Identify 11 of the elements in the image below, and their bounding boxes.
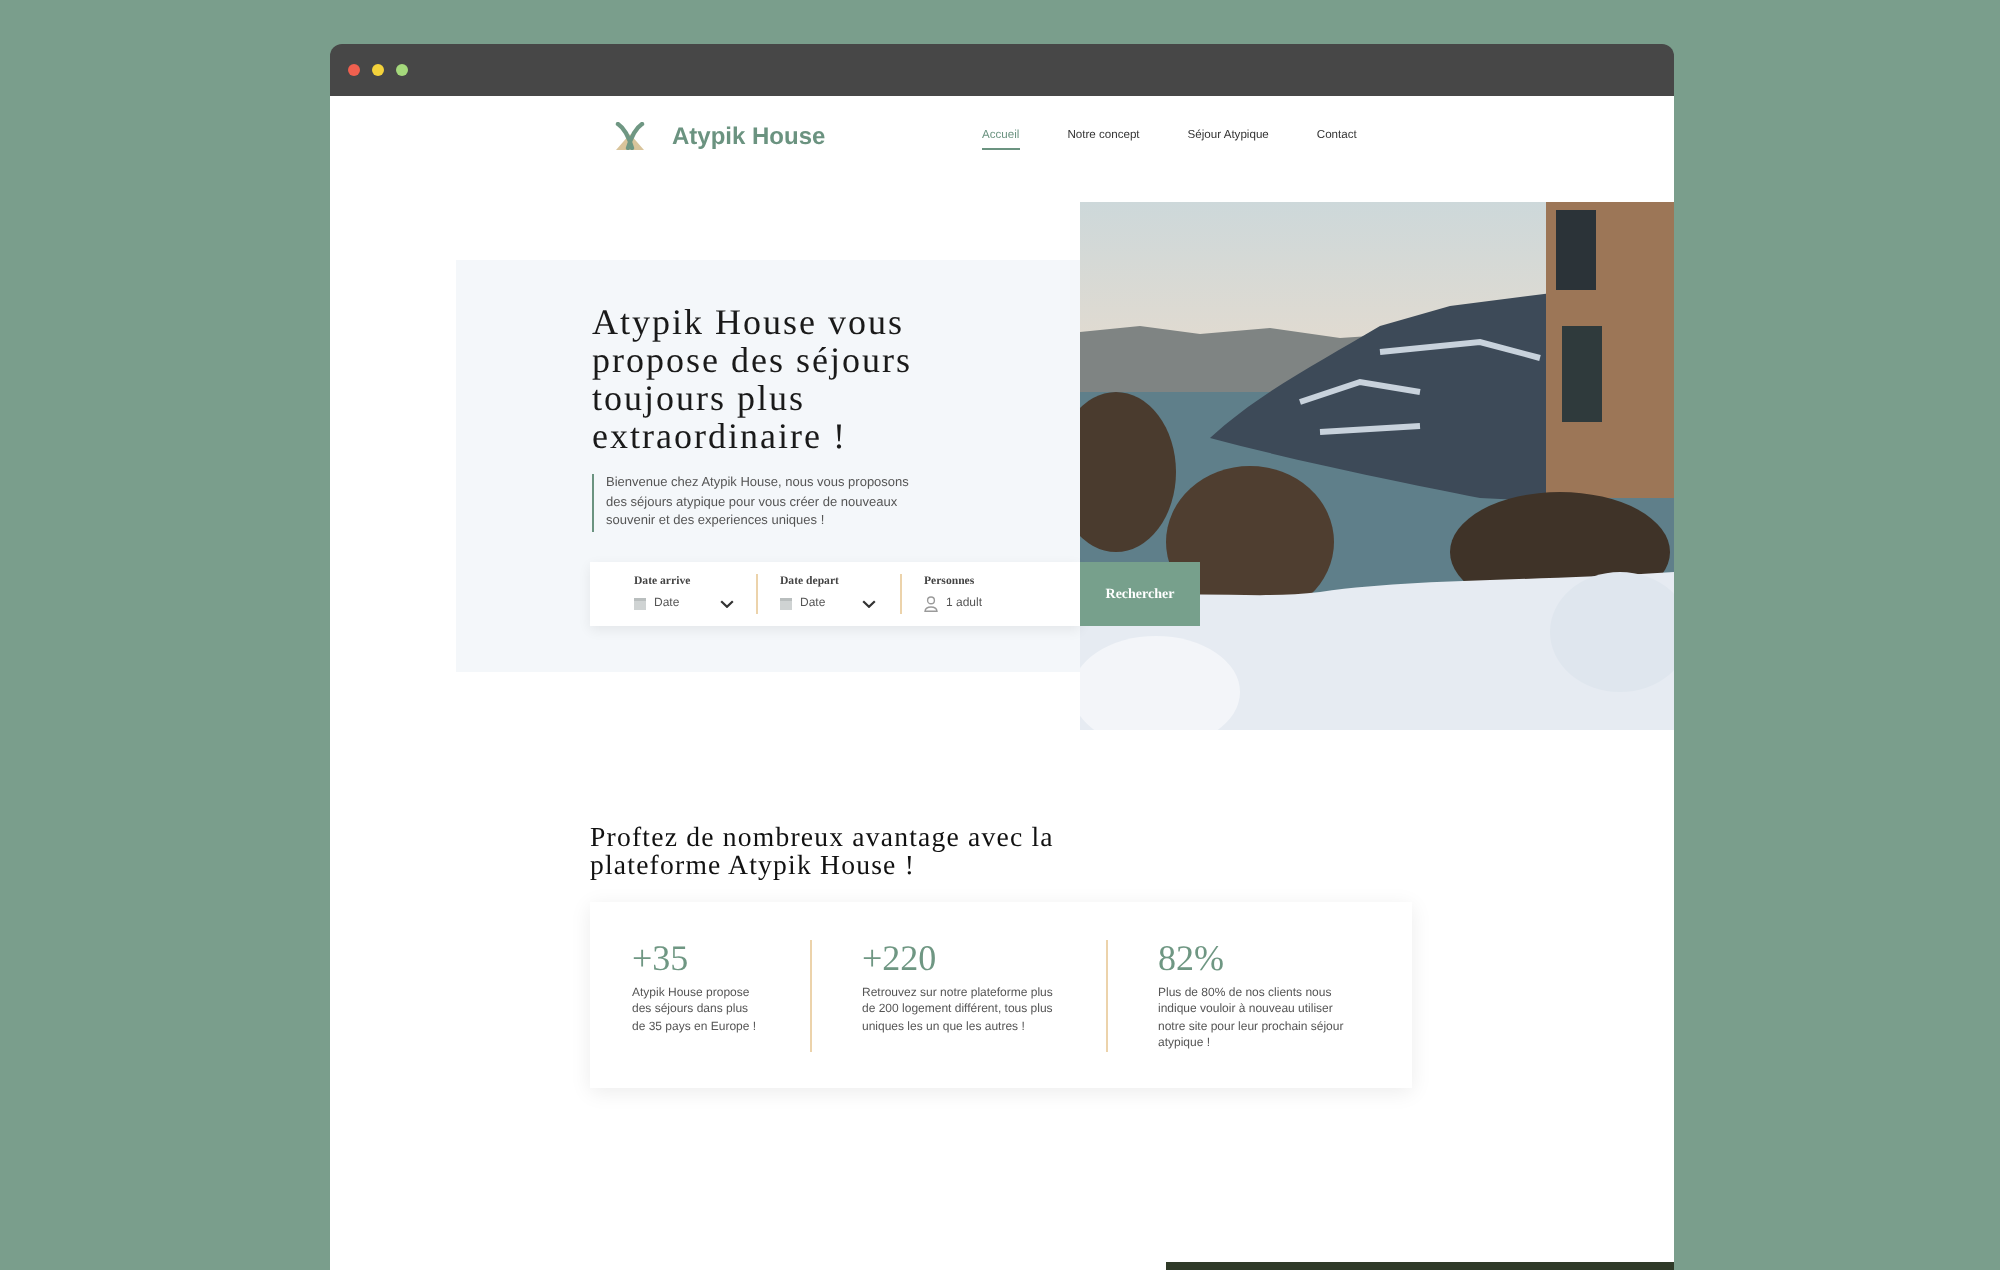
stat-value: +220 xyxy=(862,940,937,976)
chevron-down-icon xyxy=(862,600,876,608)
user-icon xyxy=(924,596,938,612)
logo-icon[interactable] xyxy=(614,122,646,150)
section-heading: Proftez de nombreux avantage avec la plateforme Atypik House ! xyxy=(590,824,1056,880)
stat-value: +35 xyxy=(632,940,689,976)
calendar-icon xyxy=(634,598,646,610)
calendar-icon xyxy=(780,598,792,610)
chevron-down-icon xyxy=(720,600,734,608)
hero-title: Atypik House vous propose des séjours toujours plus extraordinaire ! xyxy=(592,304,914,456)
stat-value: 82% xyxy=(1158,940,1224,976)
